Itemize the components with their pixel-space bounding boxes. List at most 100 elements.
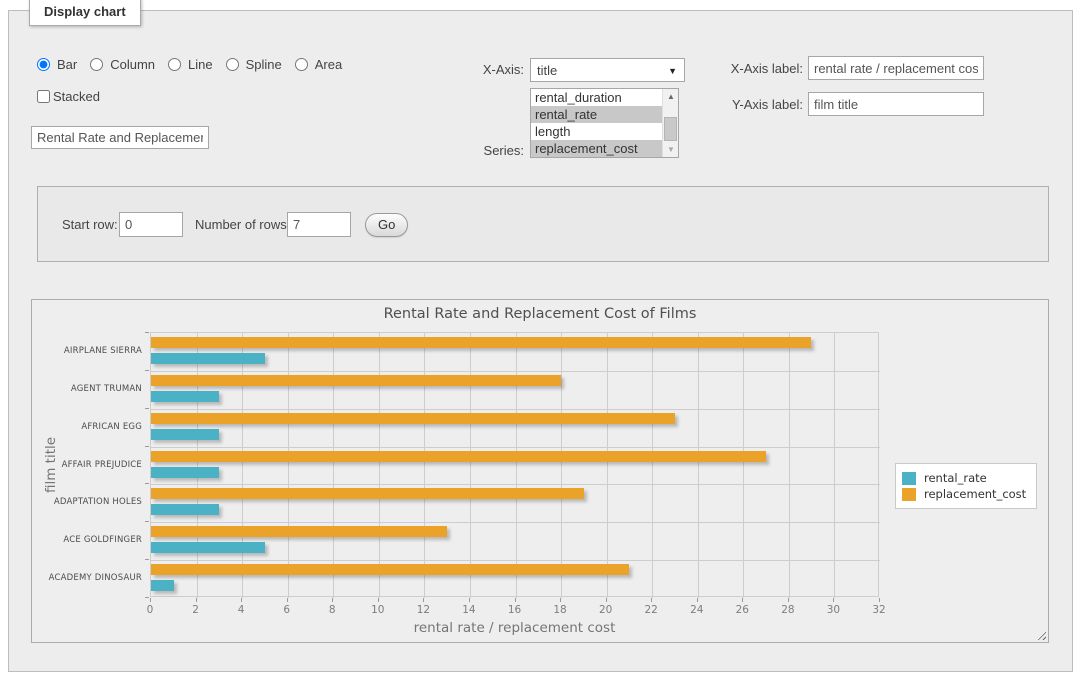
scrollbar-thumb[interactable] bbox=[664, 117, 677, 141]
y-axis-label-input[interactable] bbox=[808, 92, 984, 116]
stacked-checkbox[interactable] bbox=[37, 90, 50, 103]
start-row-input[interactable] bbox=[119, 212, 183, 237]
bar-rental_rate bbox=[151, 504, 219, 515]
x-axis-label-input[interactable] bbox=[808, 56, 984, 80]
series-option-rental_rate[interactable]: rental_rate bbox=[531, 106, 662, 123]
category-label: AFRICAN EGG bbox=[32, 422, 142, 432]
gridline bbox=[288, 333, 289, 598]
gridline bbox=[789, 333, 790, 598]
chart-type-radio-group: BarColumnLineSplineArea bbox=[37, 57, 351, 72]
x-axis-tick bbox=[423, 598, 424, 602]
x-axis-tick bbox=[742, 598, 743, 602]
gridline bbox=[607, 333, 608, 598]
bar-rental_rate bbox=[151, 353, 265, 364]
chart-type-radio-area[interactable] bbox=[295, 58, 308, 71]
legend-label: rental_rate bbox=[924, 471, 987, 485]
x-axis-tick-label: 32 bbox=[872, 604, 885, 616]
stacked-label: Stacked bbox=[53, 89, 100, 104]
number-of-rows-input[interactable] bbox=[287, 212, 351, 237]
bar-replacement_cost bbox=[151, 526, 447, 537]
chart-type-radio-column[interactable] bbox=[90, 58, 103, 71]
y-axis-tick bbox=[145, 332, 149, 333]
x-axis-tick bbox=[697, 598, 698, 602]
gridline bbox=[652, 333, 653, 598]
x-axis-tick bbox=[788, 598, 789, 602]
x-axis-tick-label: 24 bbox=[690, 604, 703, 616]
x-axis-tick bbox=[879, 598, 880, 602]
gridline bbox=[561, 333, 562, 598]
gridline bbox=[151, 484, 880, 485]
scrollbar-up-icon[interactable]: ▲ bbox=[663, 89, 679, 104]
x-axis-tick bbox=[515, 598, 516, 602]
number-of-rows-label: Number of rows: bbox=[195, 217, 290, 232]
gridline bbox=[151, 409, 880, 410]
stacked-row: Stacked bbox=[37, 89, 100, 104]
x-axis-label-caption: X-Axis label: bbox=[715, 61, 803, 76]
x-axis-tick-label: 2 bbox=[192, 604, 199, 616]
bar-rental_rate bbox=[151, 580, 174, 591]
bar-replacement_cost bbox=[151, 488, 584, 499]
x-axis-tick bbox=[833, 598, 834, 602]
legend-label: replacement_cost bbox=[924, 487, 1026, 501]
x-axis-select[interactable]: title ▼ bbox=[530, 58, 685, 82]
bar-rental_rate bbox=[151, 391, 219, 402]
category-label: AGENT TRUMAN bbox=[32, 384, 142, 394]
rows-panel: Start row: Number of rows: Go bbox=[37, 186, 1049, 262]
y-axis-tick bbox=[145, 597, 149, 598]
gridline bbox=[379, 333, 380, 598]
x-axis-selected-value: title bbox=[537, 63, 557, 78]
x-axis-tick bbox=[469, 598, 470, 602]
x-axis-tick bbox=[560, 598, 561, 602]
legend-row: replacement_cost bbox=[902, 487, 1026, 501]
x-axis-tick bbox=[287, 598, 288, 602]
series-option-rental_duration[interactable]: rental_duration bbox=[531, 89, 662, 106]
series-option-replacement_cost[interactable]: replacement_cost bbox=[531, 140, 662, 157]
gridline bbox=[151, 522, 880, 523]
legend-row: rental_rate bbox=[902, 471, 1026, 485]
chart-type-radio-spline[interactable] bbox=[226, 58, 239, 71]
chart-plot-area bbox=[150, 332, 879, 597]
legend-swatch-rental_rate bbox=[902, 472, 916, 485]
y-axis-tick bbox=[145, 408, 149, 409]
scrollbar-down-icon[interactable]: ▼ bbox=[663, 142, 679, 157]
x-axis-tick-label: 6 bbox=[283, 604, 290, 616]
bar-rental_rate bbox=[151, 542, 265, 553]
go-button[interactable]: Go bbox=[365, 213, 408, 237]
gridline bbox=[151, 560, 880, 561]
x-axis-tick bbox=[651, 598, 652, 602]
x-axis-tick bbox=[606, 598, 607, 602]
series-option-length[interactable]: length bbox=[531, 123, 662, 140]
bar-replacement_cost bbox=[151, 451, 766, 462]
gridline bbox=[698, 333, 699, 598]
x-axis-tick-label: 28 bbox=[781, 604, 794, 616]
x-axis-tick-label: 8 bbox=[329, 604, 336, 616]
listbox-scrollbar[interactable]: ▲ ▼ bbox=[662, 89, 678, 157]
chart-title-input[interactable] bbox=[31, 126, 209, 149]
x-axis-tick-label: 26 bbox=[736, 604, 749, 616]
chart-type-radio-line[interactable] bbox=[168, 58, 181, 71]
chart-resize-handle[interactable] bbox=[1035, 629, 1046, 640]
gridline bbox=[333, 333, 334, 598]
gridline bbox=[151, 447, 880, 448]
series-listbox-label: Series: bbox=[464, 143, 524, 158]
y-axis-tick bbox=[145, 559, 149, 560]
bar-replacement_cost bbox=[151, 375, 561, 386]
gridline bbox=[424, 333, 425, 598]
x-axis-tick bbox=[241, 598, 242, 602]
gridline bbox=[197, 333, 198, 598]
series-options: rental_durationrental_ratelengthreplacem… bbox=[531, 89, 662, 157]
bar-replacement_cost bbox=[151, 564, 629, 575]
y-axis-tick bbox=[145, 483, 149, 484]
gridline bbox=[834, 333, 835, 598]
start-row-label: Start row: bbox=[62, 217, 118, 232]
series-listbox[interactable]: rental_durationrental_ratelengthreplacem… bbox=[530, 88, 679, 158]
x-axis-tick-label: 4 bbox=[238, 604, 245, 616]
chart-type-radio-bar[interactable] bbox=[37, 58, 50, 71]
chart-type-radio-label: Bar bbox=[57, 57, 77, 72]
chart-title: Rental Rate and Replacement Cost of Film… bbox=[32, 306, 1048, 322]
x-axis-tick-label: 20 bbox=[599, 604, 612, 616]
chart-type-radio-label: Line bbox=[188, 57, 213, 72]
x-axis-tick-label: 0 bbox=[147, 604, 154, 616]
y-axis-label-caption: Y-Axis label: bbox=[715, 97, 803, 112]
x-axis-tick bbox=[150, 598, 151, 602]
